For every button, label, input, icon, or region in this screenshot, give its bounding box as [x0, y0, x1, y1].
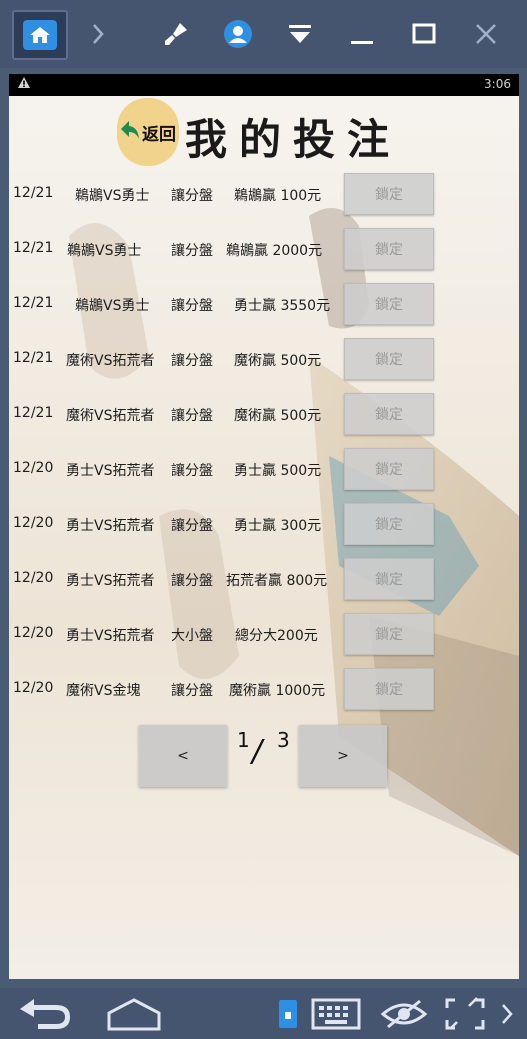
lock-button[interactable]: 鎖定 [344, 503, 434, 545]
chevron-right-icon[interactable] [76, 12, 120, 56]
prev-page-button[interactable]: < [139, 725, 227, 787]
back-nav-icon[interactable] [14, 994, 78, 1034]
bet-row: 12/20 勇士VS拓荒者 讓分盤 勇士贏 500元 鎖定 [9, 448, 519, 492]
bet-date: 12/21 [13, 185, 54, 201]
bet-type: 讓分盤 [171, 408, 213, 424]
emulator-navbar [0, 988, 527, 1039]
bet-row: 12/21 魔術VS拓荒者 讓分盤 魔術贏 500元 鎖定 [9, 393, 519, 437]
bet-row: 12/20 魔術VS金塊 讓分盤 魔術贏 1000元 鎖定 [9, 668, 519, 712]
back-label: 返回 [142, 124, 176, 145]
bet-row: 12/21 鵜鶘VS勇士 讓分盤 鵜鶘贏 2000元 鎖定 [9, 228, 519, 272]
lock-button[interactable]: 鎖定 [344, 393, 434, 435]
bet-type: 讓分盤 [171, 683, 213, 699]
bet-pick: 勇士贏 300元 [234, 518, 322, 534]
bet-type: 大小盤 [171, 628, 213, 644]
bet-pick: 鵜鶘贏 2000元 [226, 243, 323, 259]
bet-date: 12/20 [13, 625, 54, 641]
bet-type: 讓分盤 [171, 353, 213, 369]
bet-row: 12/21 鵜鶘VS勇士 讓分盤 鵜鶘贏 100元 鎖定 [9, 173, 519, 217]
page-title: 我的投注 [185, 115, 402, 164]
lock-button[interactable]: 鎖定 [344, 173, 434, 215]
close-icon[interactable] [464, 12, 508, 56]
bet-row: 12/21 魔術VS拓荒者 讓分盤 魔術贏 500元 鎖定 [9, 338, 519, 382]
lock-button[interactable]: 鎖定 [344, 338, 434, 380]
bet-match: 魔術VS金塊 [66, 683, 141, 699]
back-button[interactable]: 返回 [117, 98, 179, 166]
bet-match: 勇士VS拓荒者 [66, 573, 155, 589]
bet-row: 12/20 勇士VS拓荒者 讓分盤 拓荒者贏 800元 鎖定 [9, 558, 519, 602]
warning-icon [17, 76, 31, 92]
lock-button[interactable]: 鎖定 [344, 283, 434, 325]
chevron-right-icon[interactable] [494, 994, 520, 1034]
bet-date: 12/20 [13, 570, 54, 586]
bet-date: 12/20 [13, 460, 54, 476]
bet-type: 讓分盤 [171, 243, 213, 259]
page-separator: / [252, 734, 263, 769]
home-icon [23, 20, 57, 50]
lock-button[interactable]: 鎖定 [344, 668, 434, 710]
home-nav-icon[interactable] [102, 994, 166, 1034]
bet-pick: 魔術贏 1000元 [229, 683, 326, 699]
lock-button[interactable]: 鎖定 [344, 558, 434, 600]
download-icon[interactable] [278, 12, 322, 56]
hide-eye-icon[interactable] [376, 994, 432, 1034]
phone-icon[interactable] [274, 994, 302, 1034]
bet-pick: 魔術贏 500元 [234, 353, 322, 369]
bet-match: 勇士VS拓荒者 [66, 628, 155, 644]
bet-type: 讓分盤 [171, 188, 213, 204]
fullscreen-icon[interactable] [440, 994, 490, 1034]
bet-date: 12/21 [13, 350, 54, 366]
lock-button[interactable]: 鎖定 [344, 228, 434, 270]
bet-match: 魔術VS拓荒者 [66, 408, 155, 424]
clock: 3:06 [484, 77, 511, 91]
lock-button[interactable]: 鎖定 [344, 613, 434, 655]
bet-type: 讓分盤 [171, 518, 213, 534]
bet-date: 12/20 [13, 680, 54, 696]
current-page: 1 [237, 728, 250, 752]
bet-pick: 鵜鶘贏 100元 [234, 188, 322, 204]
status-bar: 3:06 [9, 74, 519, 96]
bet-type: 讓分盤 [171, 573, 213, 589]
bet-pick: 勇士贏 500元 [234, 463, 322, 479]
emulator-toolbar [0, 0, 527, 68]
bet-date: 12/21 [13, 240, 54, 256]
account-icon[interactable] [216, 12, 260, 56]
bet-row: 12/21 鵜鶘VS勇士 讓分盤 勇士贏 3550元 鎖定 [9, 283, 519, 327]
app-screen: 3:06 返回 我的投注 12/21 鵜鶘VS勇士 讓分盤 鵜鶘贏 100元 鎖… [9, 74, 519, 979]
next-page-button[interactable]: > [299, 725, 387, 787]
keyboard-icon[interactable] [308, 994, 364, 1034]
bet-match: 鵜鶘VS勇士 [67, 243, 142, 259]
bet-date: 12/21 [13, 405, 54, 421]
home-tab[interactable] [12, 10, 68, 60]
bet-pick: 總分大200元 [235, 628, 318, 644]
bet-date: 12/20 [13, 515, 54, 531]
bet-row: 12/20 勇士VS拓荒者 大小盤 總分大200元 鎖定 [9, 613, 519, 657]
total-pages: 3 [277, 728, 290, 752]
back-arrow-icon [120, 119, 140, 145]
minimize-icon[interactable] [340, 12, 384, 56]
bet-row: 12/20 勇士VS拓荒者 讓分盤 勇士贏 300元 鎖定 [9, 503, 519, 547]
bet-type: 讓分盤 [171, 463, 213, 479]
bet-pick: 魔術贏 500元 [234, 408, 322, 424]
bet-pick: 拓荒者贏 800元 [226, 573, 328, 589]
bet-match: 魔術VS拓荒者 [66, 353, 155, 369]
bet-match: 勇士VS拓荒者 [66, 463, 155, 479]
bet-match: 鵜鶘VS勇士 [75, 298, 150, 314]
bet-date: 12/21 [13, 295, 54, 311]
bet-match: 鵜鶘VS勇士 [75, 188, 150, 204]
maximize-icon[interactable] [402, 12, 446, 56]
bet-type: 讓分盤 [171, 298, 213, 314]
lock-button[interactable]: 鎖定 [344, 448, 434, 490]
bet-match: 勇士VS拓荒者 [66, 518, 155, 534]
brush-icon[interactable] [154, 12, 198, 56]
bet-pick: 勇士贏 3550元 [234, 298, 331, 314]
